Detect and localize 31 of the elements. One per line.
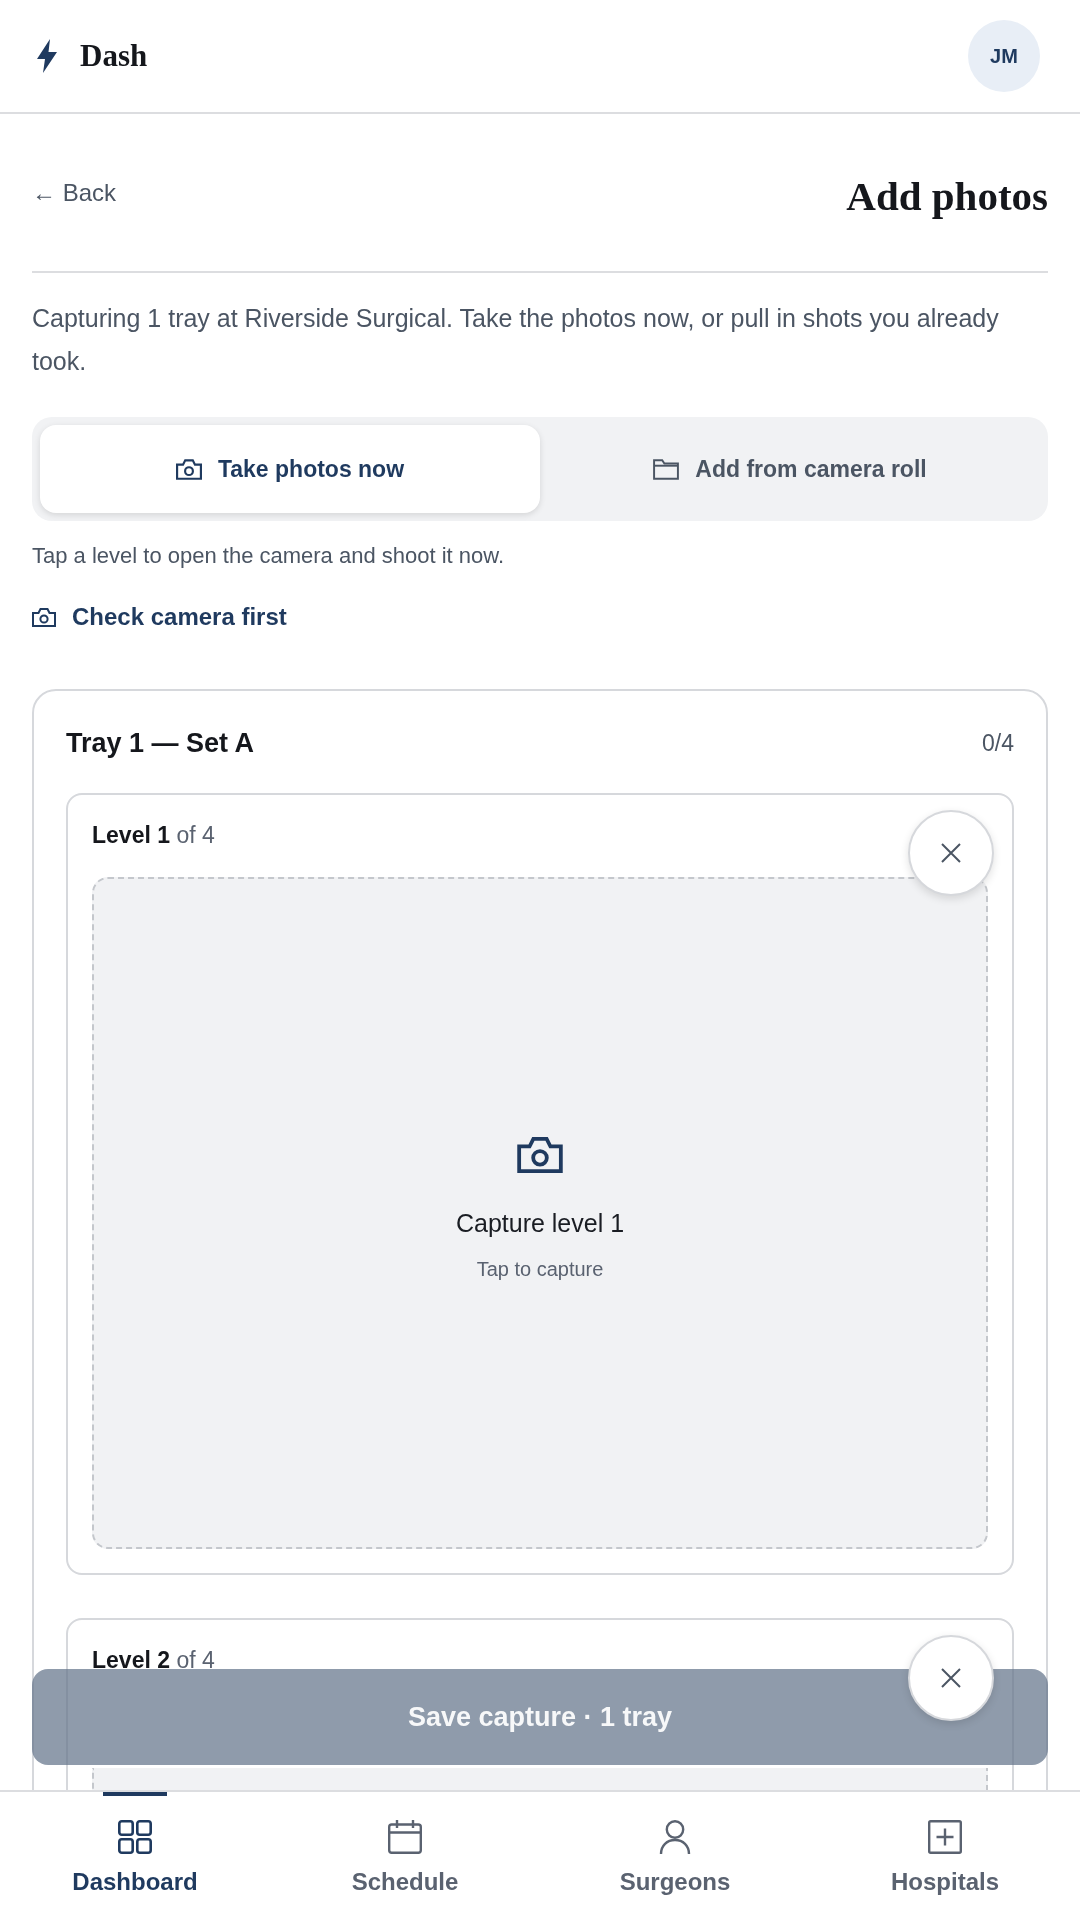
description-text: Capturing 1 tray at Riverside Surgical. Take the photos now, or pull in shots you already took.: [32, 303, 1000, 377]
level-label: Level 1 of 4: [92, 821, 216, 850]
lightning-bolt-icon: [36, 39, 58, 73]
check-camera-link[interactable]: Check camera first: [32, 601, 287, 633]
tray-count: 0/4: [982, 729, 1014, 757]
nav-tab[interactable]: Dashboard: [0, 1792, 270, 1920]
close-icon: [941, 843, 961, 863]
user-avatar[interactable]: JM: [968, 20, 1040, 92]
close-icon: [941, 1668, 961, 1688]
brand-name: Dash: [80, 38, 148, 74]
capture-title: Capture level 1: [455, 1209, 625, 1238]
nav-tab[interactable]: Hospitals: [810, 1792, 1080, 1920]
plus-square-icon: [928, 1820, 962, 1854]
helper-text: Tap a level to open the camera and shoot it now.: [32, 542, 506, 570]
close-button[interactable]: [908, 810, 994, 896]
back-link[interactable]: ← Back: [32, 178, 117, 207]
camera-icon: [517, 1137, 563, 1173]
person-icon: [658, 1820, 692, 1854]
source-tab[interactable]: Take photos now: [40, 425, 540, 513]
capture-hint: Tap to capture: [476, 1258, 604, 1281]
folder-icon: [653, 458, 680, 480]
grid-icon: [118, 1820, 152, 1854]
page-title: Add photos: [846, 171, 1048, 220]
source-tab[interactable]: Add from camera roll: [540, 425, 1040, 513]
nav-tab[interactable]: Schedule: [270, 1792, 540, 1920]
tray-title: Tray 1 — Set A: [66, 727, 255, 759]
camera-icon: [175, 458, 202, 480]
capture-area[interactable]: Capture level 1 Tap to capture: [92, 877, 988, 1549]
camera-icon: [32, 607, 56, 627]
calendar-icon: [388, 1820, 422, 1854]
nav-tab[interactable]: Surgeons: [540, 1792, 810, 1920]
